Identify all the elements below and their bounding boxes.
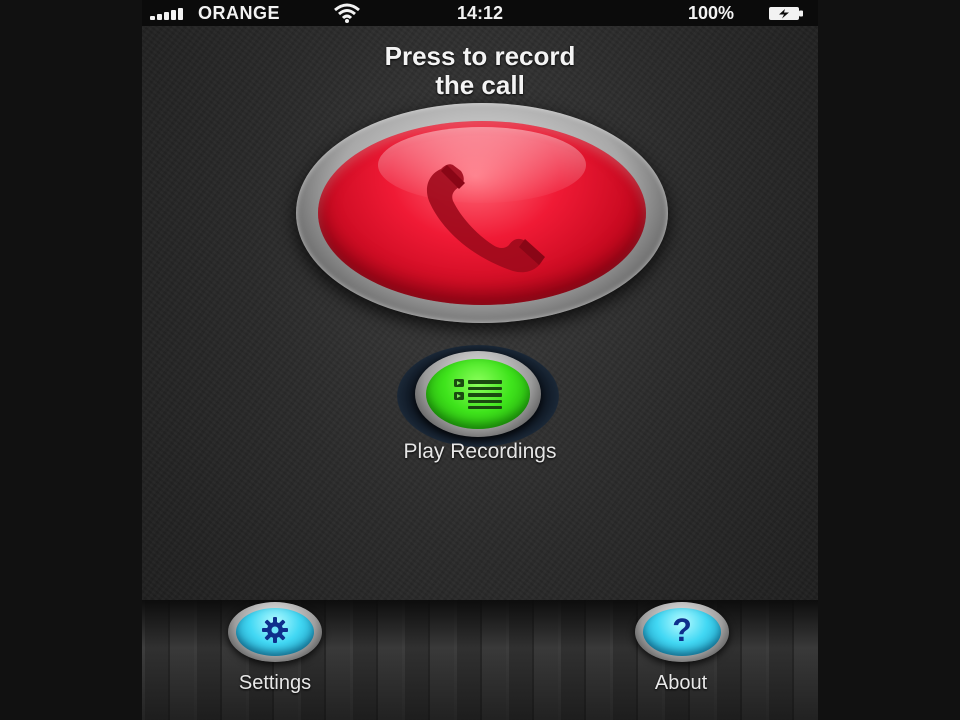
about-button-face: ? — [643, 608, 721, 656]
play-recordings-button[interactable] — [397, 345, 559, 447]
settings-label[interactable]: Settings — [202, 672, 348, 695]
letterbox-left — [0, 0, 142, 720]
battery-percent: 100% — [688, 3, 735, 23]
settings-button[interactable] — [228, 602, 322, 662]
list-icon — [454, 379, 502, 409]
title-line-2: the call — [435, 70, 525, 100]
phone-handset-icon — [426, 164, 545, 273]
question-mark-icon: ? — [672, 612, 692, 648]
about-label[interactable]: About — [608, 672, 754, 695]
play-recordings-label[interactable]: Play Recordings — [142, 440, 818, 464]
settings-button-face — [236, 608, 314, 656]
gear-icon — [262, 617, 288, 643]
record-button-face — [318, 121, 646, 305]
about-button[interactable]: ? — [635, 602, 729, 662]
battery-charging-icon — [769, 7, 803, 20]
status-bar: ORANGE 14:12 100% — [142, 0, 818, 26]
app-screen: ORANGE 14:12 100% Press to record the ca… — [142, 0, 818, 720]
title-line-1: Press to record — [384, 41, 576, 71]
letterbox-right — [818, 0, 960, 720]
play-button-face — [426, 359, 530, 429]
page-title: Press to record the call — [142, 42, 818, 100]
play-button-ring — [415, 351, 541, 437]
record-call-button[interactable] — [296, 103, 668, 323]
